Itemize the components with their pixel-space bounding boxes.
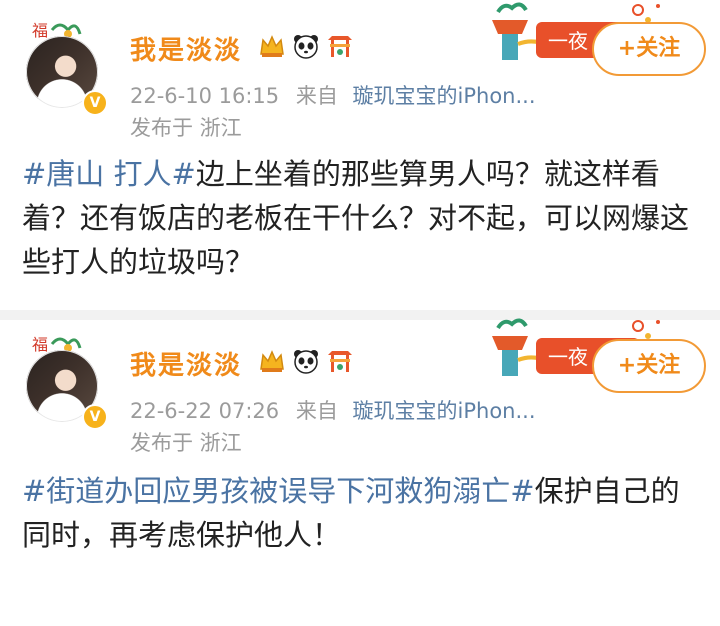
gate-badge-icon[interactable] [326, 32, 354, 60]
follow-button[interactable]: +关注 [592, 339, 706, 393]
post-meta: 22-6-22 07:26 来自 璇玑宝宝的iPhon... [130, 395, 536, 425]
user-badges [258, 32, 354, 60]
vip-badge-icon: V [82, 404, 108, 430]
follow-button[interactable]: +关注 [592, 22, 706, 76]
svg-text:福: 福 [32, 21, 48, 40]
post-location: 发布于 浙江 [130, 116, 242, 140]
crown-badge-icon[interactable] [258, 32, 286, 60]
avatar-container[interactable]: 福 V [22, 330, 108, 430]
user-badges [258, 347, 354, 375]
from-label: 来自 [295, 84, 338, 108]
post-source-link[interactable]: 璇玑宝宝的iPhon... [353, 399, 536, 423]
username[interactable]: 我是淡淡 [130, 30, 242, 67]
panda-badge-icon[interactable] [292, 347, 320, 375]
post-time[interactable]: 22-6-10 16:15 [130, 84, 279, 108]
decor-text: 一夜 [548, 345, 588, 369]
post-content: #唐山 打人#边上坐着的那些算男人吗？就这样看着？还有饭店的老板在干什么？对不起… [22, 152, 702, 284]
weibo-post: 福 V 我是淡淡 22-6-22 07:26 来自 璇玑宝宝的iPhon... [0, 318, 720, 626]
post-meta: 22-6-10 16:15 来自 璇玑宝宝的iPhon... [130, 80, 536, 110]
weibo-post: 福 V 我是淡淡 22-6-10 16:15 来自 璇玑宝宝的iPhon... [0, 0, 720, 310]
decor-text: 一夜 [548, 29, 588, 53]
gate-badge-icon[interactable] [326, 347, 354, 375]
username[interactable]: 我是淡淡 [130, 345, 242, 382]
crown-badge-icon[interactable] [258, 347, 286, 375]
post-source-link[interactable]: 璇玑宝宝的iPhon... [353, 84, 536, 108]
avatar-container[interactable]: 福 V [22, 16, 108, 116]
panda-badge-icon[interactable] [292, 32, 320, 60]
from-label: 来自 [295, 399, 338, 423]
hashtag-link[interactable]: #街道办回应男孩被误导下河救狗溺亡# [22, 474, 535, 508]
post-content: #街道办回应男孩被误导下河救狗溺亡#保护自己的同时，再考虑保护他人！ [22, 469, 702, 557]
svg-text:福: 福 [32, 335, 48, 354]
post-time[interactable]: 22-6-22 07:26 [130, 399, 279, 423]
vip-badge-icon: V [82, 90, 108, 116]
hashtag-link[interactable]: #唐山 打人# [22, 157, 196, 191]
post-location: 发布于 浙江 [130, 431, 242, 455]
